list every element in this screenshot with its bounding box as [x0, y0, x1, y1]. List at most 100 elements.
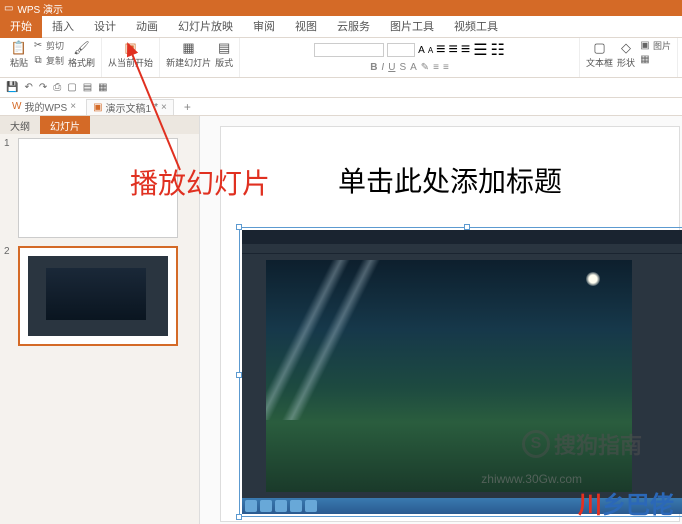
ps-menubar — [242, 244, 682, 254]
play-label: 从当前开始 — [108, 56, 153, 69]
thumb-content — [28, 256, 168, 336]
menu-review[interactable]: 审阅 — [243, 16, 285, 38]
qt-item[interactable]: ▤ — [83, 82, 92, 93]
cut-button[interactable]: ✂剪切 — [30, 38, 66, 53]
slideshow-group: ▣ 从当前开始 — [102, 38, 160, 77]
sogou-text: 搜狗指南 — [554, 428, 642, 460]
menu-start[interactable]: 开始 — [0, 16, 42, 38]
thumbnail-1[interactable]: 1 — [4, 138, 195, 238]
underline-icon[interactable]: U — [388, 62, 395, 73]
slide-canvas[interactable]: 单击此处添加标题 — [220, 126, 680, 522]
redo-icon[interactable]: ↷ — [39, 82, 47, 93]
layout-button[interactable]: ▤ 版式 — [213, 38, 235, 70]
format-painter-button[interactable]: 🖌 格式刷 — [66, 38, 97, 70]
slides-tab[interactable]: 幻灯片 — [40, 116, 90, 134]
embedded-screenshot — [242, 230, 682, 514]
qt-item[interactable]: ▦ — [98, 82, 107, 93]
ps-titlebar — [242, 230, 682, 244]
tab-modified: * — [154, 102, 158, 113]
paste-label: 粘贴 — [10, 56, 28, 69]
taskbar-icon — [260, 500, 272, 512]
sogou-logo-icon: S — [522, 430, 550, 458]
menu-slideshow[interactable]: 幻灯片放映 — [168, 16, 243, 38]
menu-videotools[interactable]: 视频工具 — [444, 16, 508, 38]
save-icon[interactable]: 💾 — [6, 82, 18, 93]
thumb-slide-1[interactable] — [18, 138, 178, 238]
quick-toolbar: 💾 ↶ ↷ ⎙ ▢ ▤ ▦ — [0, 78, 682, 98]
brand-part1: 川 — [578, 492, 602, 519]
align-right-icon[interactable]: ≡ — [461, 41, 470, 59]
document-tabs: W 我的WPS × ▣ 演示文稿1 * × + — [0, 98, 682, 116]
font-color-icon[interactable]: A — [410, 62, 417, 73]
menu-cloud[interactable]: 云服务 — [327, 16, 380, 38]
align-center-icon[interactable]: ≡ — [449, 41, 458, 59]
resize-handle-sw[interactable] — [236, 514, 242, 520]
sogou-watermark: S 搜狗指南 — [522, 428, 642, 460]
close-icon[interactable]: × — [161, 102, 167, 113]
indent-left-icon[interactable]: ≡ — [433, 62, 439, 73]
title-text: 单击此处添加标题 — [338, 160, 562, 200]
picture-button[interactable]: ▣图片 — [637, 38, 673, 53]
outline-tab[interactable]: 大纲 — [0, 116, 40, 134]
cut-icon: ✂ — [32, 40, 44, 51]
italic-icon[interactable]: I — [381, 62, 384, 73]
slide-number: 1 — [4, 138, 14, 238]
ps-toolbar — [242, 254, 260, 498]
taskbar-icon — [290, 500, 302, 512]
ps-body — [242, 254, 682, 498]
indent-right-icon[interactable]: ≡ — [443, 62, 449, 73]
thumbnail-2[interactable]: 2 — [4, 246, 195, 346]
menu-insert[interactable]: 插入 — [42, 16, 84, 38]
close-icon[interactable]: × — [70, 101, 76, 112]
workspace: 大纲 幻灯片 1 2 单击此处添加标题 — [0, 116, 682, 524]
ps-panels — [638, 254, 682, 498]
menu-animation[interactable]: 动画 — [126, 16, 168, 38]
doc-tab-mywps[interactable]: W 我的WPS × — [6, 99, 82, 114]
paste-button[interactable]: 📋 粘贴 — [8, 38, 30, 70]
title-placeholder[interactable]: 单击此处添加标题 — [261, 155, 639, 205]
outline-panel: 大纲 幻灯片 1 2 — [0, 116, 200, 524]
print-icon[interactable]: ⎙ — [53, 82, 61, 93]
format-painter-label: 格式刷 — [68, 56, 95, 69]
thumb-slide-2[interactable] — [18, 246, 178, 346]
textbox-button[interactable]: ▢ 文本框 — [584, 38, 615, 70]
undo-icon[interactable]: ↶ — [24, 82, 32, 93]
font-size-select[interactable] — [387, 43, 415, 57]
slide-editor: 单击此处添加标题 — [200, 116, 682, 524]
brand-part2: 乡巴佬 — [602, 492, 674, 519]
doc-tab-presentation[interactable]: ▣ 演示文稿1 * × — [86, 99, 174, 115]
play-icon: ▣ — [124, 39, 136, 55]
shape-button[interactable]: ◇ 形状 — [615, 38, 637, 70]
menu-pictools[interactable]: 图片工具 — [380, 16, 444, 38]
font-group: A A ≡ ≡ ≡ ☰ ☷ B I U S A ✎ ≡ ≡ — [240, 38, 580, 77]
shape-icon: ◇ — [621, 39, 631, 55]
new-slide-button[interactable]: ▦ 新建幻灯片 — [164, 38, 213, 70]
copy-button[interactable]: ⧉复制 — [30, 53, 66, 68]
paste-icon: 📋 — [11, 39, 27, 55]
copy-icon: ⧉ — [32, 55, 44, 66]
brush-icon: 🖌 — [73, 39, 90, 55]
bold-icon[interactable]: B — [370, 62, 377, 73]
font-family-select[interactable] — [314, 43, 384, 57]
taskbar-icon — [275, 500, 287, 512]
app-name: WPS 演示 — [17, 1, 63, 16]
play-from-current-button[interactable]: ▣ 从当前开始 — [106, 38, 155, 70]
arrange-button[interactable]: ▦ — [637, 53, 673, 66]
numbering-icon[interactable]: ☷ — [491, 40, 505, 60]
qt-item[interactable]: ▢ — [67, 82, 76, 93]
selected-image[interactable] — [239, 227, 682, 517]
outline-tabs: 大纲 幻灯片 — [0, 116, 199, 134]
increase-font-icon[interactable]: A — [418, 45, 425, 56]
decrease-font-icon[interactable]: A — [428, 46, 433, 55]
strike-icon[interactable]: S — [399, 62, 406, 73]
menu-view[interactable]: 视图 — [285, 16, 327, 38]
arrange-icon: ▦ — [639, 54, 651, 65]
highlight-icon[interactable]: ✎ — [421, 62, 429, 73]
clipboard-group: 📋 粘贴 ✂剪切 ⧉复制 🖌 格式刷 — [4, 38, 102, 77]
bullets-icon[interactable]: ☰ — [473, 40, 487, 60]
new-tab-icon[interactable]: + — [178, 100, 197, 114]
menu-design[interactable]: 设计 — [84, 16, 126, 38]
title-bar: ▭ WPS 演示 — [0, 0, 682, 16]
app-icon: ▭ — [4, 3, 13, 14]
align-left-icon[interactable]: ≡ — [436, 41, 445, 59]
